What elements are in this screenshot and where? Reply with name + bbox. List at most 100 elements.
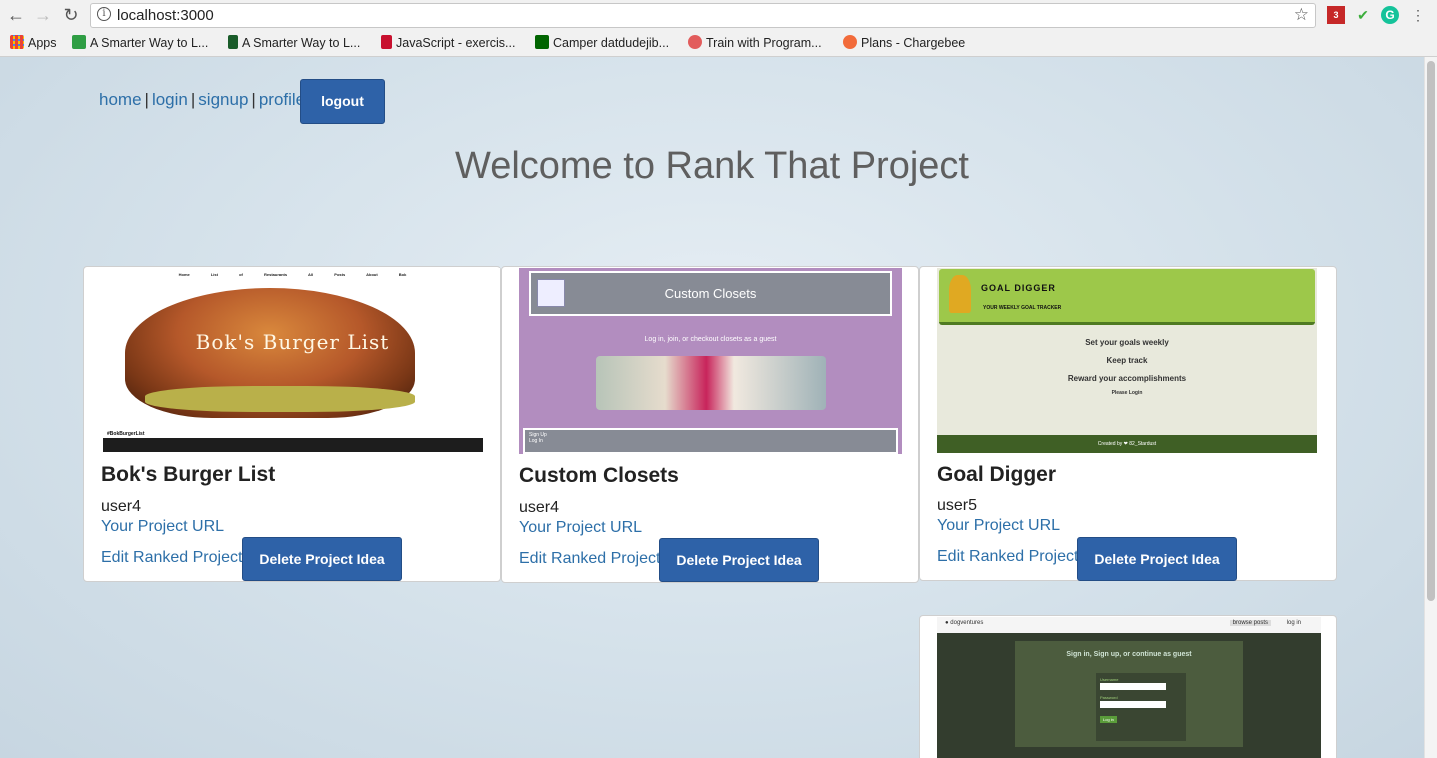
checkmark-extension-icon[interactable]: ✔ <box>1354 6 1372 24</box>
bookmark-label: Camper datdudejib... <box>553 36 670 50</box>
apps-grid-icon <box>10 35 24 49</box>
thumb-header: ● dogventures browse posts log in <box>937 617 1321 633</box>
nav-separator: | <box>251 90 256 109</box>
delete-project-button[interactable]: Delete Project Idea <box>659 538 819 582</box>
project-thumbnail[interactable]: ● dogventures browse posts log in Sign i… <box>937 617 1321 758</box>
bookmark-label: Apps <box>28 36 57 50</box>
nav-profile-link[interactable]: profile <box>259 90 305 109</box>
exercism-icon <box>381 35 392 49</box>
bookmark-item[interactable]: Camper datdudejib... <box>535 35 669 50</box>
back-icon[interactable]: ← <box>6 5 26 25</box>
bookmark-star-icon[interactable]: ☆ <box>1294 5 1309 25</box>
bookmarks-bar: Apps A Smarter Way to L... A Smarter Way… <box>0 31 1437 55</box>
project-url-link[interactable]: Your Project URL <box>519 519 642 537</box>
project-thumbnail[interactable]: Home List of Restaurants All Posts About… <box>85 268 500 454</box>
thumb-login-button: Log in <box>1100 716 1117 723</box>
delete-project-button[interactable]: Delete Project Idea <box>242 537 402 581</box>
bookmark-label: JavaScript - exercis... <box>396 36 516 50</box>
thumb-nav-login: log in <box>1286 620 1301 626</box>
extension-badge: 3 <box>1333 10 1339 20</box>
thumb-title: Sign in, Sign up, or continue as guest <box>1066 651 1192 658</box>
project-title: Bok's Burger List <box>101 463 276 486</box>
bookmark-item[interactable]: A Smarter Way to L... <box>72 35 208 50</box>
project-title: Goal Digger <box>937 463 1057 486</box>
menu-icon[interactable]: ⋮ <box>1409 6 1427 24</box>
bookmark-item[interactable]: A Smarter Way to L... <box>228 35 360 50</box>
project-card: ● dogventures browse posts log in Sign i… <box>919 615 1337 758</box>
thumb-footer-bar <box>103 438 483 452</box>
edit-project-link[interactable]: Edit Ranked Project <box>519 550 660 568</box>
bookmark-item[interactable]: Plans - Chargebee <box>843 35 965 50</box>
project-user: user5 <box>937 497 978 514</box>
freecodecamp-icon <box>535 35 549 49</box>
thumb-form-login: Log In <box>529 438 543 444</box>
thumb-line: Keep track <box>1106 356 1148 365</box>
thumb-footer-text: #BokBurgerList <box>107 431 145 437</box>
thumb-login-form: Username Password Log in <box>1096 673 1186 741</box>
delete-project-button[interactable]: Delete Project Idea <box>1077 537 1237 581</box>
info-icon[interactable]: i <box>97 7 111 21</box>
thumb-nav-browse: browse posts <box>1229 620 1271 626</box>
bookmark-apps[interactable]: Apps <box>10 35 57 50</box>
chargebee-icon <box>843 35 857 49</box>
project-thumbnail[interactable]: Custom Closets Log in, join, or checkout… <box>519 268 902 454</box>
project-title: Custom Closets <box>519 464 679 487</box>
thumb-subtitle: Log in, join, or checkout closets as a g… <box>644 336 777 343</box>
grammarly-icon[interactable]: G <box>1381 6 1399 24</box>
project-user: user4 <box>519 499 560 516</box>
project-url-link[interactable]: Your Project URL <box>937 517 1060 535</box>
nav-login-link[interactable]: login <box>152 90 188 109</box>
thumb-brand: GOAL DIGGER <box>981 283 1056 293</box>
extension-icon[interactable]: 3 <box>1327 6 1345 24</box>
burger-lettuce <box>145 386 415 412</box>
thumb-form: Sign Up Log In <box>523 428 898 454</box>
project-card: GOAL DIGGER YOUR WEEKLY GOAL TRACKER Set… <box>919 266 1337 581</box>
nav-separator: | <box>190 90 196 109</box>
thumb-pass-field <box>1100 701 1166 708</box>
browser-chrome: ← → ↻ i localhost:3000 ☆ 3 ✔ G ⋮ Apps A … <box>0 0 1437 57</box>
project-url-link[interactable]: Your Project URL <box>101 518 224 536</box>
nav-signup-link[interactable]: signup <box>198 90 248 109</box>
trophy-icon <box>949 275 971 313</box>
thumb-line: Set your goals weekly <box>1085 338 1169 347</box>
thumb-header-text: Custom Closets <box>664 286 757 301</box>
s-icon <box>72 35 86 49</box>
forward-icon[interactable]: → <box>33 5 53 25</box>
thumb-pass-label: Password <box>1100 695 1118 700</box>
shopping-photo <box>596 356 826 410</box>
thumb-header: GOAL DIGGER YOUR WEEKLY GOAL TRACKER <box>939 269 1315 325</box>
url-text: localhost:3000 <box>117 7 214 24</box>
bookmark-label: Train with Program... <box>706 36 822 50</box>
thumb-panel: Sign in, Sign up, or continue as guest U… <box>1015 641 1243 747</box>
edit-project-link[interactable]: Edit Ranked Project <box>937 548 1078 566</box>
thumb-footer: Created by ❤ 82_Stardust <box>937 435 1317 453</box>
vertical-scrollbar[interactable] <box>1424 57 1437 758</box>
thumb-line: Reward your accomplishments <box>1067 374 1187 383</box>
project-card: Home List of Restaurants All Posts About… <box>83 266 501 582</box>
reload-icon[interactable]: ↻ <box>61 5 81 25</box>
bookmark-item[interactable]: JavaScript - exercis... <box>381 35 515 50</box>
thumb-tagline: YOUR WEEKLY GOAL TRACKER <box>983 305 1062 311</box>
book-icon <box>228 35 238 49</box>
program-icon <box>688 35 702 49</box>
project-user: user4 <box>101 498 142 515</box>
bookmark-item[interactable]: Train with Program... <box>688 35 822 50</box>
thumb-header: Custom Closets <box>529 271 892 316</box>
edit-project-link[interactable]: Edit Ranked Project <box>101 549 242 567</box>
thumb-brand: dogventures <box>950 620 984 626</box>
logout-button[interactable]: logout <box>300 79 385 124</box>
thumb-user-field <box>1100 683 1166 690</box>
page-title: Welcome to Rank That Project <box>455 145 969 187</box>
thumb-banner-text: Bok's Burger List <box>195 330 390 354</box>
nav-home-link[interactable]: home <box>99 90 142 109</box>
scrollbar-thumb[interactable] <box>1427 61 1435 601</box>
nav-separator: | <box>144 90 149 109</box>
address-bar[interactable]: i localhost:3000 ☆ <box>90 3 1316 28</box>
thumb-line: Please Login <box>1111 390 1143 396</box>
bookmark-label: A Smarter Way to L... <box>242 36 361 50</box>
page-viewport: home | login | signup | profile logout Welcome… <box>0 57 1424 758</box>
top-nav: home | login | signup | profile <box>99 90 305 110</box>
bookmark-label: A Smarter Way to L... <box>90 36 209 50</box>
project-thumbnail[interactable]: GOAL DIGGER YOUR WEEKLY GOAL TRACKER Set… <box>937 268 1317 453</box>
project-card: Custom Closets Log in, join, or checkout… <box>501 266 919 583</box>
